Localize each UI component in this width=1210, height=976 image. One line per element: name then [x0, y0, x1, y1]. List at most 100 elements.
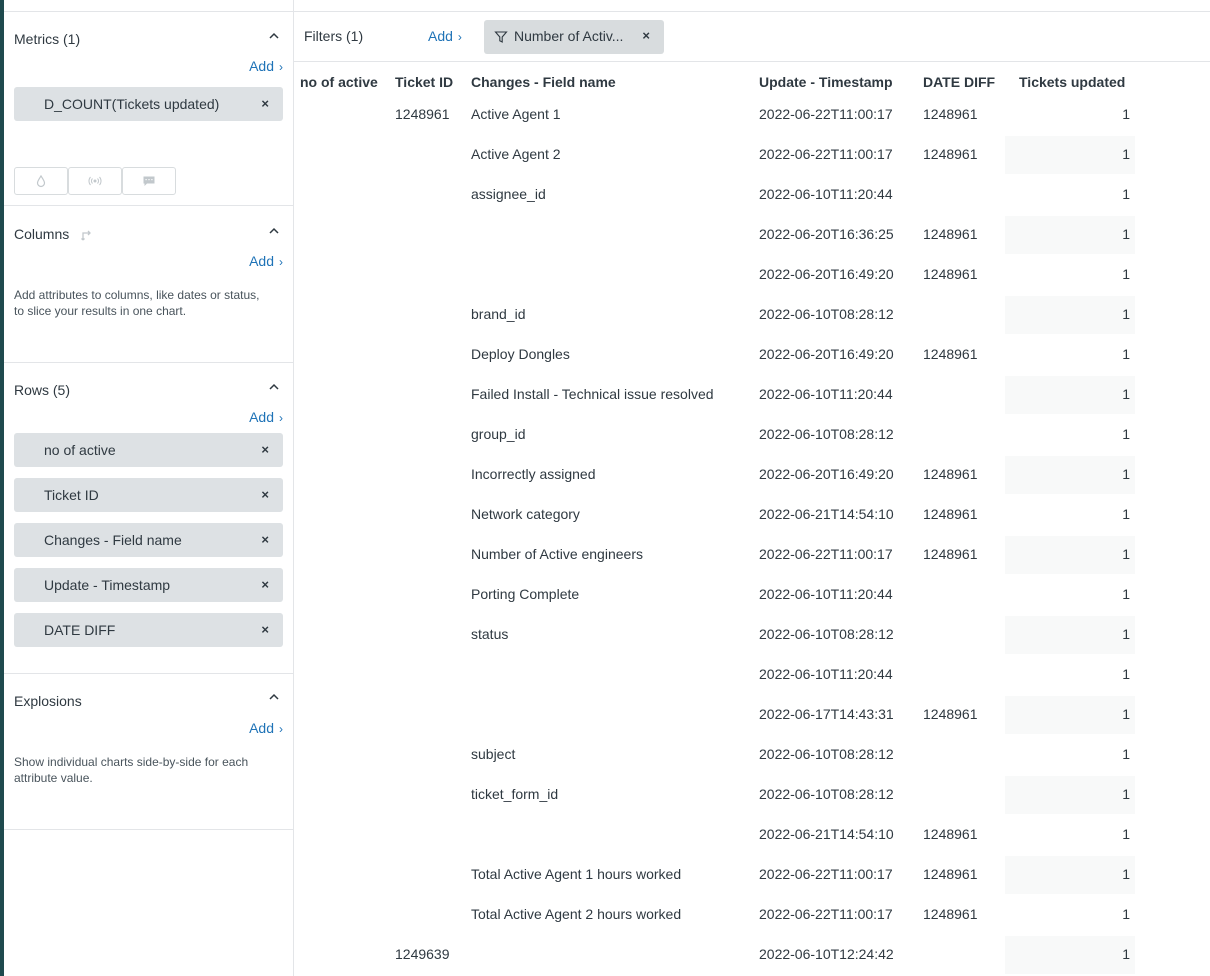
- cell-date-diff: 1248961: [923, 466, 978, 482]
- cell-timestamp: 2022-06-10T11:20:44: [759, 186, 893, 202]
- row-pill-label: Changes - Field name: [44, 532, 182, 548]
- explosions-section: Explosions Add › Show individual charts s…: [4, 674, 293, 830]
- cell-tickets-updated: 1: [1122, 346, 1130, 362]
- cell-date-diff: 1248961: [923, 906, 978, 922]
- cell-timestamp: 2022-06-10T11:20:44: [759, 386, 893, 402]
- cell-field-name: Network category: [471, 506, 580, 522]
- remove-icon[interactable]: ×: [642, 28, 650, 43]
- row-pill-ticket-id[interactable]: Ticket ID ×: [14, 478, 283, 512]
- swap-icon[interactable]: [79, 228, 93, 242]
- cell-tickets-updated: 1: [1122, 146, 1130, 162]
- cell-date-diff: 1248961: [923, 146, 978, 162]
- cell-tickets-updated: 1: [1122, 946, 1130, 962]
- table-row: 2022-06-21T14:54:10 1248961 1: [294, 816, 1210, 856]
- table-row: 1248961 Active Agent 1 2022-06-22T11:00:17…: [294, 96, 1210, 136]
- filters-add-link[interactable]: Add ›: [428, 28, 462, 44]
- cell-tickets-updated: 1: [1122, 906, 1130, 922]
- chevron-up-icon[interactable]: [269, 692, 279, 702]
- row-pill-timestamp[interactable]: Update - Timestamp ×: [14, 568, 283, 602]
- remove-icon[interactable]: ×: [261, 442, 269, 457]
- chevron-right-icon: ›: [279, 255, 283, 269]
- chevron-up-icon[interactable]: [269, 226, 279, 236]
- cell-field-name: Porting Complete: [471, 586, 580, 602]
- remove-icon[interactable]: ×: [261, 622, 269, 637]
- header-timestamp[interactable]: Update - Timestamp: [759, 74, 893, 90]
- row-pill-no-of-active[interactable]: no of active ×: [14, 433, 283, 467]
- comment-button[interactable]: [122, 167, 176, 195]
- table-row: 2022-06-10T11:20:44 1: [294, 656, 1210, 696]
- cell-date-diff: 1248961: [923, 106, 978, 122]
- columns-add-link[interactable]: Add ›: [249, 253, 283, 269]
- cell-date-diff: 1248961: [923, 346, 978, 362]
- cell-tickets-updated: 1: [1122, 626, 1130, 642]
- remove-icon[interactable]: ×: [261, 532, 269, 547]
- header-tickets-updated[interactable]: Tickets updated: [1019, 74, 1125, 90]
- cell-field-name: Active Agent 1: [471, 106, 561, 122]
- cell-field-name: Active Agent 2: [471, 146, 561, 162]
- explosions-add-link[interactable]: Add ›: [249, 720, 283, 736]
- table-row: ticket_form_id 2022-06-10T08:28:12 1: [294, 776, 1210, 816]
- rows-title: Rows (5): [14, 382, 71, 398]
- row-pill-label: Ticket ID: [44, 487, 99, 503]
- header-no-of-active[interactable]: no of active: [300, 74, 378, 90]
- table-row: Incorrectly assigned 2022-06-20T16:49:20 1…: [294, 456, 1210, 496]
- cell-timestamp: 2022-06-10T11:20:44: [759, 666, 893, 682]
- cell-date-diff: 1248961: [923, 706, 978, 722]
- cell-timestamp: 2022-06-22T11:00:17: [759, 546, 893, 562]
- cell-date-diff: 1248961: [923, 226, 978, 242]
- cell-ticket-id: 1248961: [395, 106, 450, 122]
- table-row: 2022-06-17T14:43:31 1248961 1: [294, 696, 1210, 736]
- cell-date-diff: 1248961: [923, 826, 978, 842]
- cell-tickets-updated: 1: [1122, 506, 1130, 522]
- filter-chip[interactable]: Number of Activ... ×: [484, 20, 664, 54]
- cell-field-name: group_id: [471, 426, 526, 442]
- table-row: Failed Install - Technical issue resolve…: [294, 376, 1210, 416]
- table-row: Total Active Agent 2 hours worked 2022-06…: [294, 896, 1210, 936]
- header-ticket-id[interactable]: Ticket ID: [395, 74, 453, 90]
- cell-tickets-updated: 1: [1122, 186, 1130, 202]
- query-config-sidebar: Metrics (1) Add › D_COUNT(Tickets updated…: [4, 0, 294, 976]
- table-row: assignee_id 2022-06-10T11:20:44 1: [294, 176, 1210, 216]
- cell-tickets-updated: 1: [1122, 826, 1130, 842]
- cell-field-name: Total Active Agent 2 hours worked: [471, 906, 682, 922]
- table-row: Number of Active engineers 2022-06-22T11:…: [294, 536, 1210, 576]
- cell-timestamp: 2022-06-10T08:28:12: [759, 426, 894, 442]
- header-field-name[interactable]: Changes - Field name: [471, 74, 616, 90]
- cell-timestamp: 2022-06-22T11:00:17: [759, 146, 893, 162]
- table-row: Deploy Dongles 2022-06-20T16:49:20 1248961…: [294, 336, 1210, 376]
- cell-field-name: Deploy Dongles: [471, 346, 570, 362]
- row-pill-field-name[interactable]: Changes - Field name ×: [14, 523, 283, 557]
- columns-section: Columns Add › Add attributes to columns, …: [4, 206, 293, 363]
- cell-timestamp: 2022-06-10T08:28:12: [759, 626, 894, 642]
- remove-icon[interactable]: ×: [261, 96, 269, 111]
- filter-chip-label: Number of Activ...: [514, 28, 624, 44]
- broadcast-button[interactable]: [68, 167, 122, 195]
- rows-add-link[interactable]: Add ›: [249, 409, 283, 425]
- metrics-add-link[interactable]: Add ›: [249, 58, 283, 74]
- chevron-right-icon: ›: [457, 30, 462, 44]
- cell-timestamp: 2022-06-10T11:20:44: [759, 586, 893, 602]
- metric-pill[interactable]: D_COUNT(Tickets updated) ×: [14, 87, 283, 121]
- chevron-up-icon[interactable]: [269, 31, 279, 41]
- results-panel: Filters (1) Add › Number of Activ... × no…: [294, 0, 1210, 976]
- header-date-diff[interactable]: DATE DIFF: [923, 74, 995, 90]
- remove-icon[interactable]: ×: [261, 577, 269, 592]
- cell-timestamp: 2022-06-22T11:00:17: [759, 106, 893, 122]
- row-pill-date-diff[interactable]: DATE DIFF ×: [14, 613, 283, 647]
- cell-date-diff: 1248961: [923, 506, 978, 522]
- row-pill-label: Update - Timestamp: [44, 577, 171, 593]
- table-row: Porting Complete 2022-06-10T11:20:44 1: [294, 576, 1210, 616]
- table-row: 2022-06-20T16:36:25 1248961 1: [294, 216, 1210, 256]
- broadcast-icon: [88, 176, 102, 186]
- color-button[interactable]: [14, 167, 68, 195]
- chevron-up-icon[interactable]: [269, 382, 279, 392]
- remove-icon[interactable]: ×: [261, 487, 269, 502]
- cell-tickets-updated: 1: [1122, 866, 1130, 882]
- table-row: subject 2022-06-10T08:28:12 1: [294, 736, 1210, 776]
- cell-field-name: Failed Install - Technical issue resolve…: [471, 386, 714, 402]
- metric-format-buttons: [14, 167, 176, 195]
- cell-tickets-updated: 1: [1122, 386, 1130, 402]
- cell-tickets-updated: 1: [1122, 706, 1130, 722]
- cell-timestamp: 2022-06-17T14:43:31: [759, 706, 894, 722]
- cell-tickets-updated: 1: [1122, 426, 1130, 442]
